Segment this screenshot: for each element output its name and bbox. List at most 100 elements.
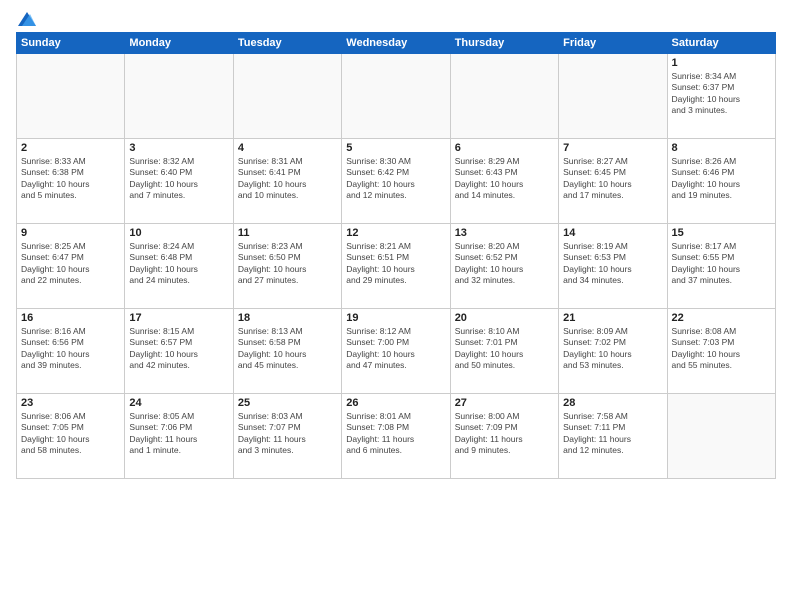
day-info: Sunrise: 8:32 AM Sunset: 6:40 PM Dayligh… [129,156,228,202]
calendar-cell [342,54,450,139]
day-info: Sunrise: 8:24 AM Sunset: 6:48 PM Dayligh… [129,241,228,287]
day-info: Sunrise: 8:34 AM Sunset: 6:37 PM Dayligh… [672,71,771,117]
calendar-cell [125,54,233,139]
calendar-cell: 18 Sunrise: 8:13 AM Sunset: 6:58 PM Dayli… [233,309,341,394]
calendar-cell: 14 Sunrise: 8:19 AM Sunset: 6:53 PM Dayli… [559,224,667,309]
day-info: Sunrise: 8:06 AM Sunset: 7:05 PM Dayligh… [21,411,120,457]
day-number: 23 [21,397,120,409]
calendar-cell: 24Sunrise: 8:05 AM Sunset: 7:06 PM Dayli… [125,394,233,479]
day-info: Sunrise: 8:31 AM Sunset: 6:41 PM Dayligh… [238,156,337,202]
day-info: Sunrise: 8:13 AM Sunset: 6:58 PM Dayligh… [238,326,337,372]
logo [16,12,36,24]
calendar-cell: 10Sunrise: 8:24 AM Sunset: 6:48 PM Dayli… [125,224,233,309]
day-info: Sunrise: 8:08 AM Sunset: 7:03 PM Dayligh… [672,326,771,372]
page: SundayMondayTuesdayWednesdayThursdayFrid… [0,0,792,612]
calendar-cell: 21 Sunrise: 8:09 AM Sunset: 7:02 PM Dayli… [559,309,667,394]
calendar-cell: 13 Sunrise: 8:20 AM Sunset: 6:52 PM Dayli… [450,224,558,309]
day-info: Sunrise: 8:16 AM Sunset: 6:56 PM Dayligh… [21,326,120,372]
calendar-cell: 22 Sunrise: 8:08 AM Sunset: 7:03 PM Dayli… [667,309,775,394]
day-header-sunday: Sunday [17,33,125,54]
day-number: 21 [563,312,662,324]
calendar-cell: 26 Sunrise: 8:01 AM Sunset: 7:08 PM Dayli… [342,394,450,479]
day-number: 13 [455,227,554,239]
calendar-cell: 25 Sunrise: 8:03 AM Sunset: 7:07 PM Dayli… [233,394,341,479]
day-info: Sunrise: 8:30 AM Sunset: 6:42 PM Dayligh… [346,156,445,202]
day-info: Sunrise: 7:58 AM Sunset: 7:11 PM Dayligh… [563,411,662,457]
calendar-cell: 4 Sunrise: 8:31 AM Sunset: 6:41 PM Daylig… [233,139,341,224]
day-number: 19 [346,312,445,324]
day-info: Sunrise: 8:17 AM Sunset: 6:55 PM Dayligh… [672,241,771,287]
day-info: Sunrise: 8:29 AM Sunset: 6:43 PM Dayligh… [455,156,554,202]
calendar-cell: 11 Sunrise: 8:23 AM Sunset: 6:50 PM Dayli… [233,224,341,309]
calendar-cell [450,54,558,139]
day-info: Sunrise: 8:23 AM Sunset: 6:50 PM Dayligh… [238,241,337,287]
day-number: 15 [672,227,771,239]
calendar: SundayMondayTuesdayWednesdayThursdayFrid… [16,32,776,479]
day-number: 3 [129,142,228,154]
day-info: Sunrise: 8:10 AM Sunset: 7:01 PM Dayligh… [455,326,554,372]
day-header-thursday: Thursday [450,33,558,54]
day-header-wednesday: Wednesday [342,33,450,54]
day-info: Sunrise: 8:27 AM Sunset: 6:45 PM Dayligh… [563,156,662,202]
calendar-cell: 6 Sunrise: 8:29 AM Sunset: 6:43 PM Daylig… [450,139,558,224]
calendar-header-row: SundayMondayTuesdayWednesdayThursdayFrid… [17,33,776,54]
calendar-week-4: 23 Sunrise: 8:06 AM Sunset: 7:05 PM Dayli… [17,394,776,479]
day-header-tuesday: Tuesday [233,33,341,54]
calendar-cell: 16Sunrise: 8:16 AM Sunset: 6:56 PM Dayli… [17,309,125,394]
day-info: Sunrise: 8:12 AM Sunset: 7:00 PM Dayligh… [346,326,445,372]
calendar-cell: 5 Sunrise: 8:30 AM Sunset: 6:42 PM Daylig… [342,139,450,224]
calendar-cell: 3 Sunrise: 8:32 AM Sunset: 6:40 PM Daylig… [125,139,233,224]
day-number: 26 [346,397,445,409]
day-number: 20 [455,312,554,324]
day-info: Sunrise: 8:33 AM Sunset: 6:38 PM Dayligh… [21,156,120,202]
day-number: 2 [21,142,120,154]
day-info: Sunrise: 8:15 AM Sunset: 6:57 PM Dayligh… [129,326,228,372]
calendar-cell: 8Sunrise: 8:26 AM Sunset: 6:46 PM Daylig… [667,139,775,224]
logo-icon [18,12,36,26]
day-info: Sunrise: 8:25 AM Sunset: 6:47 PM Dayligh… [21,241,120,287]
day-number: 27 [455,397,554,409]
calendar-cell [233,54,341,139]
calendar-cell [17,54,125,139]
day-number: 22 [672,312,771,324]
day-header-monday: Monday [125,33,233,54]
calendar-cell: 15 Sunrise: 8:17 AM Sunset: 6:55 PM Dayli… [667,224,775,309]
day-number: 9 [21,227,120,239]
header [16,12,776,24]
calendar-cell: 19 Sunrise: 8:12 AM Sunset: 7:00 PM Dayli… [342,309,450,394]
day-number: 28 [563,397,662,409]
calendar-week-0: 1 Sunrise: 8:34 AM Sunset: 6:37 PM Daylig… [17,54,776,139]
calendar-cell: 20 Sunrise: 8:10 AM Sunset: 7:01 PM Dayli… [450,309,558,394]
calendar-cell: 2 Sunrise: 8:33 AM Sunset: 6:38 PM Daylig… [17,139,125,224]
calendar-week-1: 2 Sunrise: 8:33 AM Sunset: 6:38 PM Daylig… [17,139,776,224]
calendar-cell [667,394,775,479]
day-number: 1 [672,57,771,69]
day-number: 4 [238,142,337,154]
day-number: 5 [346,142,445,154]
day-number: 18 [238,312,337,324]
day-info: Sunrise: 8:03 AM Sunset: 7:07 PM Dayligh… [238,411,337,457]
day-header-saturday: Saturday [667,33,775,54]
calendar-cell: 1 Sunrise: 8:34 AM Sunset: 6:37 PM Daylig… [667,54,775,139]
day-info: Sunrise: 8:00 AM Sunset: 7:09 PM Dayligh… [455,411,554,457]
day-info: Sunrise: 8:01 AM Sunset: 7:08 PM Dayligh… [346,411,445,457]
day-number: 25 [238,397,337,409]
calendar-cell: 7 Sunrise: 8:27 AM Sunset: 6:45 PM Daylig… [559,139,667,224]
day-header-friday: Friday [559,33,667,54]
calendar-cell [559,54,667,139]
calendar-cell: 27 Sunrise: 8:00 AM Sunset: 7:09 PM Dayli… [450,394,558,479]
calendar-cell: 28 Sunrise: 7:58 AM Sunset: 7:11 PM Dayli… [559,394,667,479]
day-number: 12 [346,227,445,239]
calendar-cell: 9 Sunrise: 8:25 AM Sunset: 6:47 PM Daylig… [17,224,125,309]
calendar-week-2: 9 Sunrise: 8:25 AM Sunset: 6:47 PM Daylig… [17,224,776,309]
calendar-cell: 23 Sunrise: 8:06 AM Sunset: 7:05 PM Dayli… [17,394,125,479]
day-info: Sunrise: 8:09 AM Sunset: 7:02 PM Dayligh… [563,326,662,372]
day-info: Sunrise: 8:19 AM Sunset: 6:53 PM Dayligh… [563,241,662,287]
calendar-cell: 12 Sunrise: 8:21 AM Sunset: 6:51 PM Dayli… [342,224,450,309]
day-number: 6 [455,142,554,154]
day-info: Sunrise: 8:20 AM Sunset: 6:52 PM Dayligh… [455,241,554,287]
day-number: 14 [563,227,662,239]
day-info: Sunrise: 8:21 AM Sunset: 6:51 PM Dayligh… [346,241,445,287]
day-number: 11 [238,227,337,239]
day-number: 7 [563,142,662,154]
